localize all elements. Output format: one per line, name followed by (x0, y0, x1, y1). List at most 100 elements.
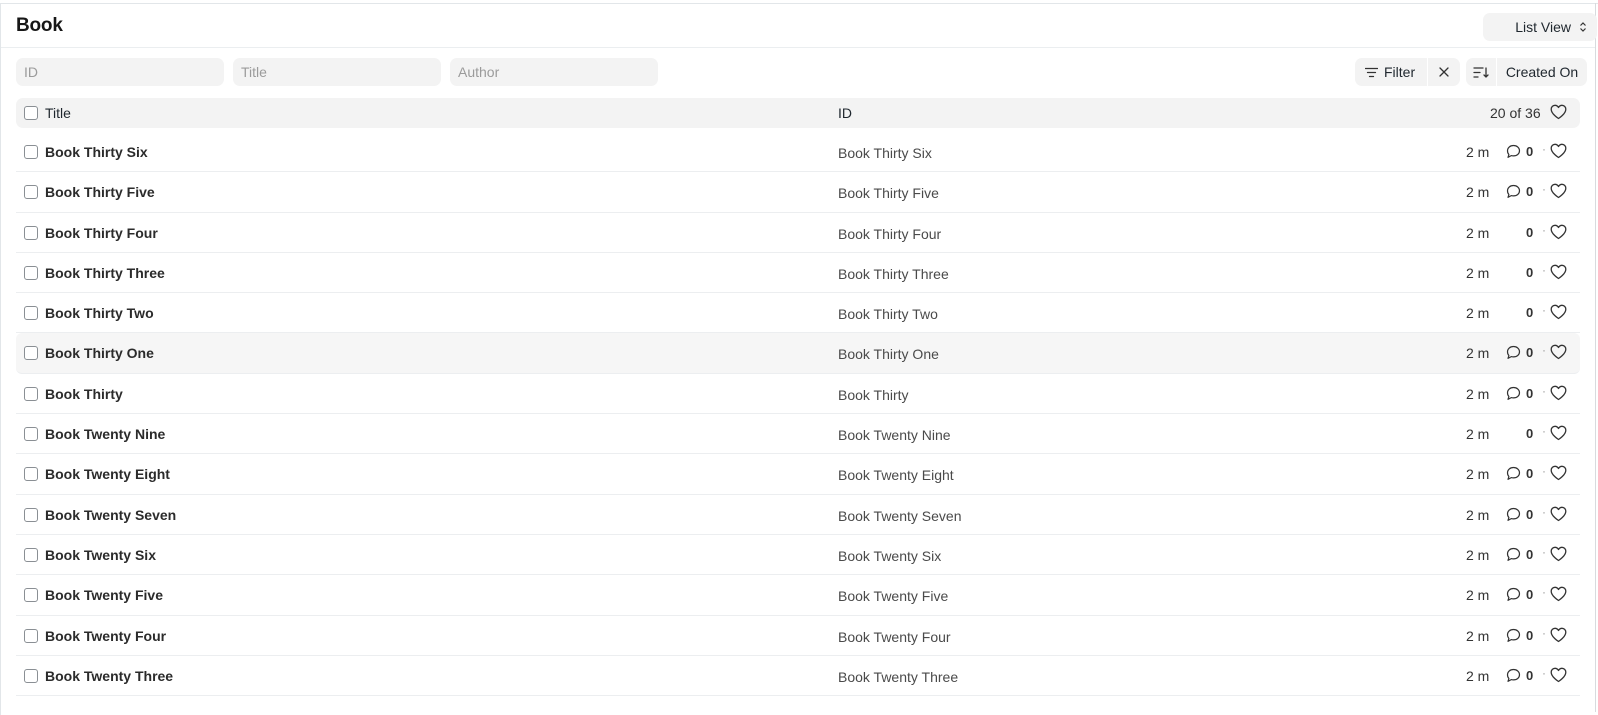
heart-icon[interactable] (1550, 224, 1567, 240)
row-title-link[interactable]: Book Thirty Three (45, 265, 165, 281)
row-title-link[interactable]: Book Thirty Two (45, 305, 154, 321)
close-icon (1439, 67, 1449, 77)
row-checkbox[interactable] (24, 386, 38, 401)
list-row[interactable]: Book Twenty Seven Book Twenty Seven 2 m 0 · (16, 495, 1580, 535)
comment-count: 0 (1526, 546, 1534, 562)
id-filter-input[interactable] (16, 58, 224, 86)
row-title-link[interactable]: Book Twenty Eight (45, 466, 170, 482)
page-title: Book (16, 15, 63, 36)
comment-count: 0 (1526, 264, 1534, 280)
row-title-link[interactable]: Book Twenty Six (45, 547, 156, 563)
row-id: Book Twenty Three (838, 668, 959, 685)
row-checkbox[interactable] (24, 628, 38, 643)
row-id: Book Thirty One (838, 346, 939, 363)
row-checkbox[interactable] (24, 185, 38, 200)
sort-field-button[interactable]: Created On (1497, 58, 1587, 86)
row-title-link[interactable]: Book Thirty Six (45, 144, 148, 160)
row-title-link[interactable]: Book Thirty Five (45, 184, 155, 200)
sort-direction-button[interactable] (1466, 58, 1496, 86)
row-modified-time: 2 m (1466, 587, 1490, 604)
heart-icon[interactable] (1550, 183, 1567, 199)
row-checkbox[interactable] (24, 265, 38, 280)
row-modified-time: 2 m (1466, 385, 1490, 402)
row-title-link[interactable]: Book Twenty Four (45, 628, 166, 644)
list-row[interactable]: Book Thirty Four Book Thirty Four 2 m 0 · (16, 213, 1580, 253)
heart-icon[interactable] (1550, 586, 1567, 602)
heart-icon[interactable] (1550, 546, 1567, 562)
heart-icon[interactable] (1550, 344, 1567, 360)
separator-dot: · (1542, 544, 1546, 559)
separator-dot: · (1542, 142, 1546, 156)
heart-icon[interactable] (1550, 143, 1567, 159)
row-modified-time: 2 m (1466, 184, 1490, 201)
list-row[interactable]: Book Thirty Six Book Thirty Six 2 m 0 · (16, 132, 1580, 173)
row-checkbox[interactable] (24, 467, 38, 482)
list-view-button[interactable]: List View (1483, 13, 1597, 41)
row-checkbox[interactable] (24, 507, 38, 522)
comment-count: 0 (1526, 667, 1534, 683)
row-modified-time: 2 m (1466, 345, 1490, 362)
separator-dot: · (1542, 464, 1546, 479)
title-filter-input[interactable] (233, 58, 441, 86)
row-checkbox[interactable] (24, 145, 38, 159)
row-title-link[interactable]: Book Twenty Five (45, 587, 163, 603)
separator-dot: · (1542, 262, 1546, 277)
heart-icon[interactable] (1550, 627, 1567, 643)
list-row[interactable]: Book Thirty Two Book Thirty Two 2 m 0 · (16, 293, 1580, 334)
separator-dot: · (1542, 625, 1546, 640)
row-id: Book Thirty Two (838, 306, 938, 323)
separator-dot: · (1542, 222, 1546, 237)
list-row[interactable]: Book Thirty One Book Thirty One 2 m 0 · (16, 333, 1580, 374)
row-checkbox[interactable] (24, 427, 38, 442)
row-checkbox[interactable] (24, 588, 38, 603)
list-row[interactable]: Book Twenty Three Book Twenty Three 2 m 0 · (16, 656, 1580, 697)
row-title-link[interactable]: Book Twenty Seven (45, 507, 176, 523)
row-title-link[interactable]: Book Thirty One (45, 345, 154, 361)
row-checkbox[interactable] (24, 547, 38, 562)
row-modified-time: 2 m (1466, 426, 1490, 443)
list-row[interactable]: Book Thirty Book Thirty 2 m 0 · (16, 374, 1580, 415)
list-header: Title ID 20 of 36 (16, 98, 1580, 128)
heart-icon[interactable] (1550, 304, 1567, 320)
comment-icon (1506, 668, 1521, 683)
list-row[interactable]: Book Twenty Four Book Twenty Four 2 m 0 · (16, 616, 1580, 656)
row-title-link[interactable]: Book Twenty Nine (45, 426, 165, 442)
list-row[interactable]: Book Twenty Eight Book Twenty Eight 2 m 0 · (16, 454, 1580, 495)
heart-icon[interactable] (1550, 385, 1567, 401)
row-title-link[interactable]: Book Thirty (45, 386, 123, 402)
list-row[interactable]: Book Thirty Three Book Thirty Three 2 m 0 · (16, 253, 1580, 294)
clear-filter-button[interactable] (1428, 58, 1460, 86)
heart-icon[interactable] (1550, 667, 1567, 683)
row-checkbox[interactable] (24, 306, 38, 321)
separator-dot: · (1542, 303, 1546, 318)
filter-bar: Filter Created On (1, 49, 1595, 97)
list-body: Book Thirty Six Book Thirty Six 2 m 0 · Book … (16, 132, 1580, 697)
page-header: Book List View (1, 4, 1597, 48)
list-row[interactable]: Book Twenty Nine Book Twenty Nine 2 m 0 · (16, 414, 1580, 455)
row-title-link[interactable]: Book Twenty Three (45, 668, 173, 684)
comment-icon (1506, 345, 1521, 360)
row-title-link[interactable]: Book Thirty Four (45, 225, 158, 241)
select-all-checkbox[interactable] (24, 106, 38, 120)
comment-count: 0 (1526, 345, 1534, 361)
list-row[interactable]: Book Thirty Five Book Thirty Five 2 m 0 · (16, 172, 1580, 213)
heart-icon[interactable] (1550, 425, 1567, 441)
row-id: Book Twenty Eight (838, 467, 954, 484)
list-row[interactable]: Book Twenty Five Book Twenty Five 2 m 0 · (16, 575, 1580, 616)
heart-icon[interactable] (1550, 465, 1567, 481)
heart-icon[interactable] (1550, 264, 1567, 280)
heart-icon[interactable] (1550, 506, 1567, 522)
comment-count: 0 (1526, 144, 1534, 159)
row-checkbox[interactable] (24, 668, 38, 683)
list-row[interactable]: Book Twenty Six Book Twenty Six 2 m 0 · (16, 535, 1580, 576)
row-checkbox[interactable] (24, 225, 38, 240)
row-checkbox[interactable] (24, 346, 38, 361)
filter-label: Filter (1384, 64, 1416, 80)
author-filter-input[interactable] (450, 58, 658, 86)
heart-icon[interactable] (1550, 104, 1567, 120)
row-id: Book Thirty Four (838, 225, 942, 242)
row-modified-time: 2 m (1466, 466, 1490, 483)
filter-button[interactable]: Filter (1355, 58, 1427, 86)
row-id: Book Twenty Five (838, 588, 949, 605)
separator-dot: · (1542, 343, 1546, 358)
